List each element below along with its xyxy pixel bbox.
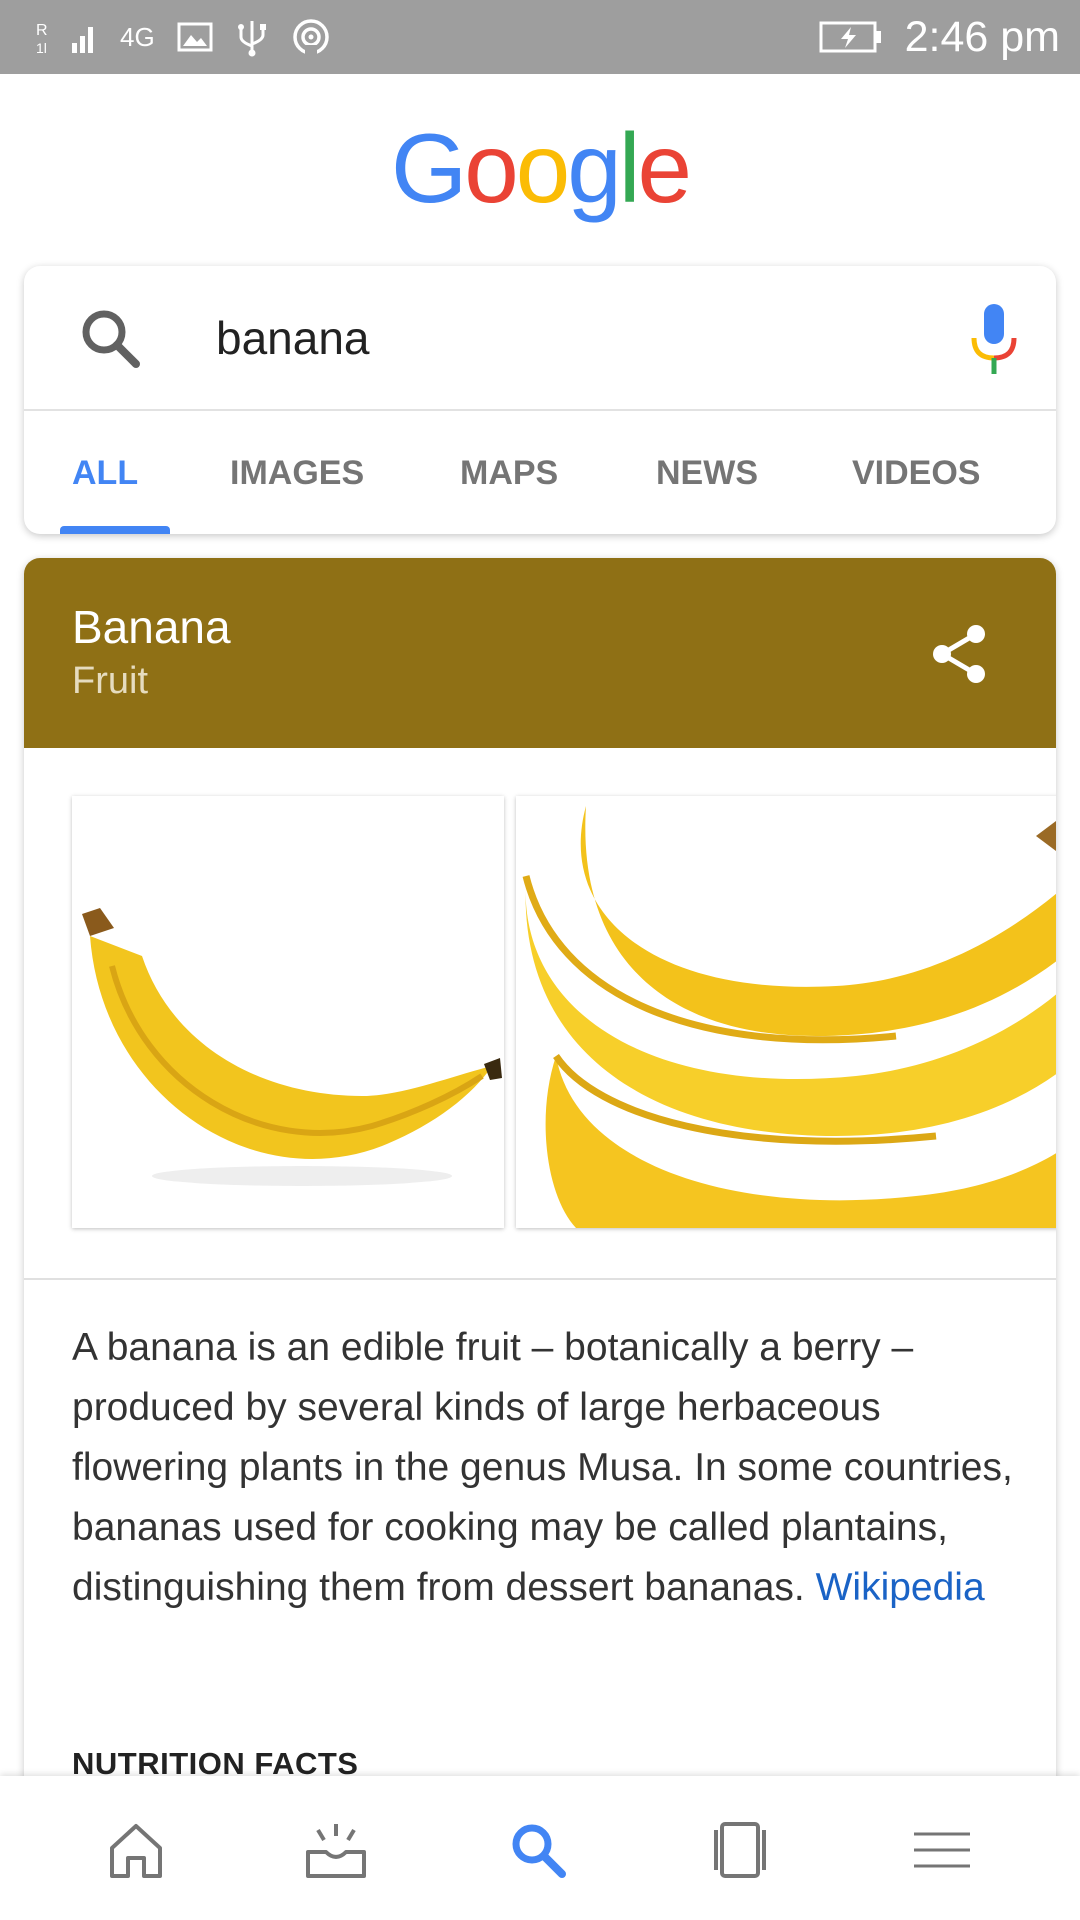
signal-icon: R 1l (36, 22, 93, 56)
knowledge-panel-header: Banana Fruit (24, 558, 1056, 748)
tab-maps[interactable]: MAPS (460, 413, 558, 534)
usb-icon (237, 21, 266, 57)
google-logo: Google (0, 112, 1080, 225)
search-card: ALL IMAGES MAPS NEWS VIDEOS (24, 266, 1056, 534)
svg-text:1l: 1l (36, 40, 47, 56)
bottom-navigation (0, 1776, 1080, 1920)
search-bar (24, 266, 1056, 411)
search-tabs: ALL IMAGES MAPS NEWS VIDEOS (24, 413, 1056, 534)
tabs-icon (714, 1822, 766, 1878)
nav-updates-button[interactable] (296, 1810, 376, 1890)
entity-type: Fruit (72, 660, 148, 702)
active-tab-indicator (60, 526, 170, 534)
share-icon[interactable] (924, 618, 996, 690)
tab-images[interactable]: IMAGES (230, 413, 364, 534)
hotspot-icon (292, 19, 329, 57)
gallery-icon (177, 22, 213, 52)
status-bar: R 1l 4G 2:46 pm (0, 0, 1080, 74)
logo-letter: g (567, 113, 621, 223)
banana-bunch-image[interactable] (516, 796, 1056, 1228)
search-input[interactable] (216, 302, 916, 374)
wikipedia-link[interactable]: Wikipedia (816, 1566, 985, 1609)
logo-letter: o (515, 113, 570, 223)
nav-home-button[interactable] (96, 1810, 176, 1890)
tab-news[interactable]: NEWS (656, 413, 758, 534)
nav-tabs-button[interactable] (700, 1810, 780, 1890)
clock-time: 2:46 pm (904, 12, 1060, 61)
entity-description: A banana is an edible fruit – botanicall… (72, 1318, 1032, 1618)
logo-letter: e (637, 113, 692, 223)
nav-menu-button[interactable] (902, 1810, 982, 1890)
network-type: 4G (120, 21, 155, 52)
image-carousel (24, 748, 1056, 1280)
mic-icon[interactable] (968, 302, 1020, 378)
logo-letter: l (618, 113, 641, 223)
tab-all[interactable]: ALL (72, 413, 138, 534)
battery-charging-icon (819, 21, 881, 53)
svg-text:R: R (36, 22, 48, 39)
home-icon (110, 1824, 162, 1878)
menu-icon (914, 1832, 970, 1868)
banana-image[interactable] (72, 796, 504, 1228)
search-icon (512, 1824, 566, 1878)
logo-letter: G (390, 113, 467, 223)
updates-icon (306, 1824, 366, 1878)
nav-search-button[interactable] (498, 1810, 578, 1890)
logo-letter: o (464, 113, 518, 223)
tab-videos[interactable]: VIDEOS (852, 413, 980, 534)
knowledge-panel: Banana Fruit A banana is an edible fruit… (24, 558, 1056, 1788)
search-icon[interactable] (76, 304, 146, 374)
entity-title: Banana (72, 601, 231, 653)
